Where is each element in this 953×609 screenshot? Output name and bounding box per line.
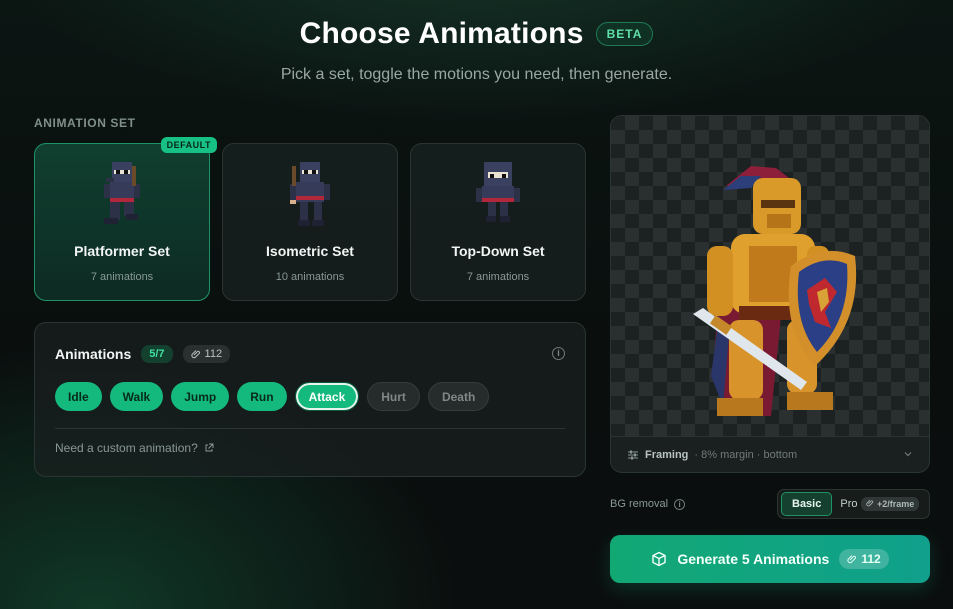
ninja-top-down-icon bbox=[476, 162, 520, 222]
title-row: Choose Animations BETA bbox=[0, 14, 953, 54]
pro-cost-value: +2/frame bbox=[877, 499, 915, 509]
animation-set-label: ANIMATION SET bbox=[34, 116, 136, 130]
ninja-platformer-icon bbox=[104, 162, 140, 224]
framing-detail: · 8% margin · bottom bbox=[694, 448, 798, 461]
set-count: 10 animations bbox=[275, 271, 345, 283]
animations-header: Animations 5/7 112 bbox=[55, 345, 231, 363]
chip-death[interactable]: Death bbox=[427, 382, 490, 411]
bg-removal-toggle: Basic Pro +2/frame bbox=[777, 489, 930, 519]
default-badge: DEFAULT bbox=[160, 137, 217, 153]
bg-pro-label: Pro bbox=[840, 498, 858, 510]
set-name: Isometric Set bbox=[266, 243, 354, 259]
ninja-isometric-icon bbox=[290, 162, 330, 226]
beta-badge: BETA bbox=[595, 22, 654, 46]
pro-cost-badge: +2/frame bbox=[861, 497, 920, 511]
chip-hurt[interactable]: Hurt bbox=[367, 382, 420, 411]
knight-sprite-icon bbox=[693, 166, 857, 416]
animation-chips: Idle Walk Jump Run Attack Hurt Death bbox=[55, 382, 490, 411]
cost-badge: 112 bbox=[182, 345, 231, 363]
generate-label: Generate 5 Animations bbox=[677, 551, 830, 567]
generate-cost-badge: 112 bbox=[839, 549, 889, 569]
bg-removal-row: BG removal i Basic Pro +2/frame bbox=[610, 489, 930, 519]
bg-removal-label-wrap: BG removal i bbox=[610, 498, 686, 510]
chip-run[interactable]: Run bbox=[237, 382, 287, 411]
cube-icon bbox=[652, 551, 667, 567]
set-name: Top-Down Set bbox=[451, 243, 545, 259]
set-count: 7 animations bbox=[466, 271, 530, 283]
generate-cost-value: 112 bbox=[861, 552, 881, 566]
chip-idle[interactable]: Idle bbox=[55, 382, 102, 411]
divider bbox=[55, 428, 565, 429]
custom-animation-label: Need a custom animation? bbox=[55, 441, 198, 455]
chip-jump[interactable]: Jump bbox=[171, 382, 230, 411]
paperclip-icon bbox=[866, 499, 874, 507]
generate-button[interactable]: Generate 5 Animations 112 bbox=[610, 535, 930, 583]
page-subtitle: Pick a set, toggle the motions you need,… bbox=[280, 66, 673, 83]
bg-basic-option[interactable]: Basic bbox=[781, 492, 833, 516]
bg-pro-option[interactable]: Pro +2/frame bbox=[836, 497, 920, 511]
set-card-isometric[interactable]: Isometric Set 10 animations bbox=[222, 143, 398, 301]
chip-attack[interactable]: Attack bbox=[294, 382, 360, 411]
sliders-icon bbox=[628, 450, 638, 459]
custom-animation-link[interactable]: Need a custom animation? bbox=[55, 441, 214, 455]
selected-count-badge: 5/7 bbox=[141, 345, 173, 363]
set-card-platformer[interactable]: DEFAULT Platformer Set 7 animations bbox=[34, 137, 217, 301]
info-icon[interactable]: i bbox=[674, 498, 686, 510]
set-name: Platformer Set bbox=[74, 243, 170, 259]
preview-canvas bbox=[611, 116, 929, 436]
bg-removal-label: BG removal bbox=[610, 498, 669, 510]
chevron-down-icon bbox=[904, 452, 912, 457]
paperclip-icon bbox=[190, 350, 200, 359]
info-icon[interactable]: i bbox=[552, 347, 565, 360]
animations-panel: Animations 5/7 112 i Idle Walk Jump Run … bbox=[34, 322, 586, 477]
framing-bar[interactable]: Framing · 8% margin · bottom bbox=[611, 436, 929, 472]
preview-panel: Framing · 8% margin · bottom bbox=[610, 115, 930, 473]
framing-label: Framing bbox=[645, 448, 689, 461]
set-count: 7 animations bbox=[90, 271, 154, 283]
cost-value: 112 bbox=[204, 348, 223, 360]
header: Choose Animations BETA Pick a set, toggl… bbox=[0, 14, 953, 84]
chip-walk[interactable]: Walk bbox=[109, 382, 164, 411]
animations-title: Animations bbox=[55, 346, 132, 362]
set-card-top-down[interactable]: Top-Down Set 7 animations bbox=[410, 143, 586, 301]
page-title: Choose Animations bbox=[299, 17, 584, 50]
external-link-icon bbox=[205, 443, 214, 452]
paperclip-icon bbox=[847, 555, 857, 564]
